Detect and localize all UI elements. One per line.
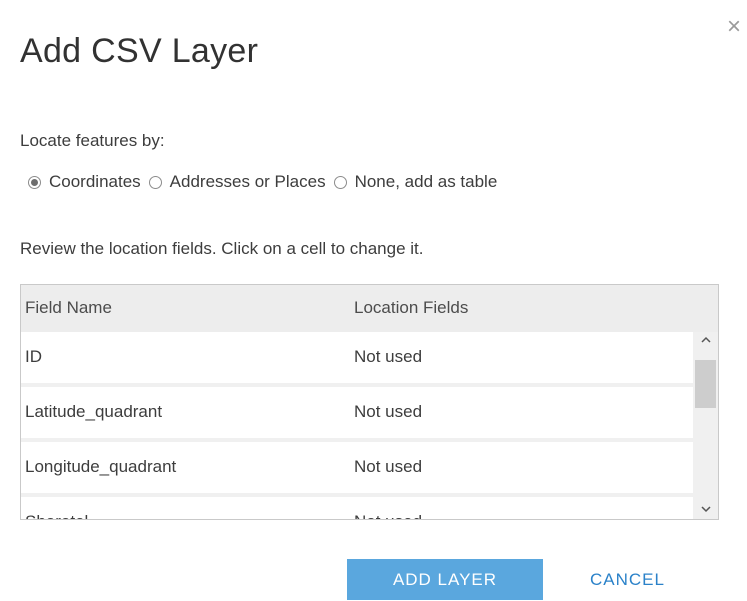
radio-none-table-label: None, add as table (354, 172, 498, 191)
radio-coordinates[interactable]: Coordinates (28, 172, 141, 192)
header-location-fields: Location Fields (354, 298, 469, 317)
table-scrollbar[interactable] (693, 332, 718, 519)
location-field-cell[interactable]: Not used (354, 457, 422, 477)
table-header: Field Name Location Fields (21, 285, 718, 332)
scroll-down-icon[interactable] (693, 501, 718, 519)
cancel-button[interactable]: CANCEL (590, 559, 665, 600)
locate-features-label: Locate features by: (20, 131, 165, 150)
add-csv-layer-dialog: × Add CSV Layer Locate features by: Coor… (0, 0, 747, 600)
review-instructions: Review the location fields. Click on a c… (20, 239, 424, 258)
radio-coordinates-label: Coordinates (49, 172, 141, 191)
field-name-cell: Shoretel (25, 512, 88, 519)
scroll-up-icon[interactable] (693, 332, 718, 350)
table-row[interactable]: Longitude_quadrant Not used (21, 442, 693, 493)
radio-addresses-label: Addresses or Places (169, 172, 326, 191)
header-field-name: Field Name (25, 298, 112, 317)
radio-addresses[interactable]: Addresses or Places (148, 172, 326, 192)
scroll-thumb[interactable] (695, 360, 716, 408)
location-field-cell[interactable]: Not used (354, 402, 422, 422)
chevron-up-icon (700, 336, 711, 343)
table-body: ID Not used Latitude_quadrant Not used L… (21, 332, 693, 519)
add-layer-button[interactable]: ADD LAYER (347, 559, 543, 600)
table-row[interactable]: ID Not used (21, 332, 693, 383)
table-row[interactable]: Latitude_quadrant Not used (21, 387, 693, 438)
chevron-down-icon (700, 506, 711, 513)
radio-checked-icon[interactable] (28, 175, 41, 189)
locate-radio-group: Coordinates Addresses or Places None, ad… (28, 172, 505, 192)
location-fields-table: Field Name Location Fields ID Not used L… (20, 284, 719, 520)
radio-unchecked-icon[interactable] (333, 175, 347, 189)
close-icon[interactable]: × (727, 14, 747, 40)
field-name-cell: Latitude_quadrant (25, 402, 163, 421)
field-name-cell: Longitude_quadrant (25, 457, 177, 476)
location-field-cell[interactable]: Not used (354, 512, 422, 519)
table-row[interactable]: Shoretel Not used (21, 497, 693, 519)
radio-unchecked-icon[interactable] (148, 175, 162, 189)
radio-none-table[interactable]: None, add as table (333, 172, 498, 192)
dialog-title: Add CSV Layer (20, 32, 259, 70)
field-name-cell: ID (25, 347, 42, 366)
location-field-cell[interactable]: Not used (354, 347, 422, 367)
